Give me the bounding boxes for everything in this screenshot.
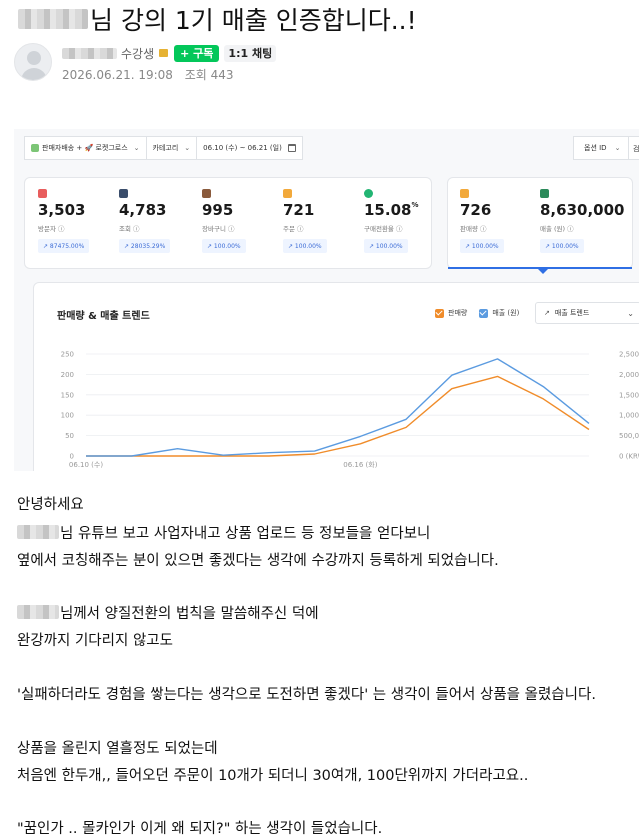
channel-filter: 판매자배송 + 🚀 로켓그로스 ⌄ [24, 136, 147, 160]
metrics-card-traffic: 3,503 방문자 ⓘ ↗ 87475.00% 4,783 조회 ⓘ ↗ 280… [24, 177, 432, 269]
visitor-icon [38, 189, 47, 198]
avatar[interactable] [14, 43, 52, 81]
metric-change-badge: ↗ 100.00% [202, 239, 246, 253]
y-tick-right: 1,500,000 [619, 391, 639, 399]
selected-caret-icon [538, 269, 548, 274]
filter-bar: 판매자배송 + 🚀 로켓그로스 ⌄ 카테고리 ⌄ 06.10 (수) ~ 06.… [24, 136, 303, 160]
metric-value: 8,630,000 [540, 201, 625, 219]
series-line-revenue [86, 358, 590, 457]
y-tick-left: 100 [61, 412, 74, 420]
y-tick-left: 200 [61, 371, 74, 379]
author-line: 수강생 + 구독 1:1 채팅 [62, 44, 277, 62]
x-tick-label: 06.16 (화) [343, 461, 377, 469]
y-tick-right: 0 (KRW) [619, 453, 639, 461]
post-title-text: 님 강의 1기 매출 인증합니다..! [90, 6, 417, 35]
post-date-views: 2026.06.21. 19:08 조회 443 [62, 66, 234, 83]
metric-value: 726 [460, 201, 492, 219]
blurred-name [18, 9, 88, 29]
y-tick-left: 0 [70, 453, 74, 461]
metric-label: 판매량 ⓘ [460, 225, 487, 233]
body-line: 님께서 양질전환의 법칙을 말씀해주신 덕에 [17, 601, 319, 623]
option-id-select: 옵션 ID ⌄ [573, 136, 629, 160]
author-grade: 수강생 [121, 46, 155, 61]
metric-change-badge: ↗ 28035.29% [119, 239, 171, 253]
post-title: 님 강의 1기 매출 인증합니다..! [18, 4, 417, 35]
metric-value: 3,503 [38, 201, 86, 219]
metric-change-badge: ↗ 100.00% [283, 239, 327, 253]
calendar-icon [287, 144, 296, 152]
metrics-card-sales: 726 판매량 ⓘ ↗ 100.00% 8,630,000 매출 (원) ⓘ ↗… [447, 177, 633, 274]
post-date: 2026.06.21. 19:08 [62, 68, 173, 82]
body-line: 처음엔 한두개,, 들어오던 주문이 10개가 되더니 30여개, 100단위까… [17, 767, 529, 784]
y-tick-left: 250 [61, 351, 74, 359]
y-tick-right: 1,000,000 [619, 412, 639, 420]
dashboard-screenshot: 판매자배송 + 🚀 로켓그로스 ⌄ 카테고리 ⌄ 06.10 (수) ~ 06.… [14, 129, 639, 471]
metric-change-badge: ↗ 100.00% [364, 239, 408, 253]
x-tick-label: 06.10 (수) [69, 461, 103, 469]
metric-value: 15.08% [364, 201, 419, 219]
body-line: 완강까지 기다리지 않고도 [17, 632, 173, 649]
date-range-filter: 06.10 (수) ~ 06.21 (일) [197, 136, 303, 160]
grade-badge-icon [159, 49, 169, 57]
y-tick-left: 150 [61, 391, 74, 399]
metric-value: 4,783 [119, 201, 167, 219]
metric-label: 매출 (원) ⓘ [540, 225, 574, 233]
chevron-down-icon: ⌄ [184, 144, 191, 152]
blurred-author-name[interactable] [62, 47, 117, 59]
metric-label: 구매전환율 ⓘ [364, 225, 403, 233]
metric-label: 조회 ⓘ [119, 225, 140, 233]
body-line: 안녕하세요 [17, 496, 84, 513]
body-line: 상품을 올린지 열흘정도 되었는데 [17, 740, 218, 757]
revenue-icon [540, 189, 549, 198]
trend-chart-card: 판매량 & 매출 트렌드 판매량 매출 (원) ↗ 매출 트렌드 ⌄ 250 2,… [33, 282, 639, 471]
view-count: 조회 443 [184, 68, 234, 82]
metric-unit: % [411, 201, 419, 209]
metric-change-badge: ↗ 100.00% [540, 239, 584, 253]
body-line: "꿈인가 .. 몰카인가 이게 왜 되지?" 하는 생각이 들었습니다. [17, 820, 383, 837]
metric-value: 721 [283, 201, 315, 219]
metric-change-badge: ↗ 100.00% [460, 239, 504, 253]
chevron-down-icon: ⌄ [133, 144, 140, 152]
body-line: 님 유튜브 보고 사업자내고 상품 업로드 등 정보들을 얻다보니 [17, 521, 430, 543]
chevron-down-icon: ⌄ [614, 144, 621, 152]
metric-change-badge: ↗ 87475.00% [38, 239, 90, 253]
post-meta: 수강생 + 구독 1:1 채팅 2026.06.21. 19:08 조회 443 [14, 40, 614, 84]
y-tick-right: 500,000 [619, 432, 639, 440]
body-line: 옆에서 코칭해주는 분이 있으면 좋겠다는 생각에 수강까지 등록하게 되었습니… [17, 552, 499, 569]
channel-icon [31, 144, 39, 152]
category-filter: 카테고리 ⌄ [146, 136, 198, 160]
y-tick-right: 2,500,000 [619, 351, 639, 359]
blurred-name [17, 605, 59, 619]
blurred-name [17, 525, 59, 539]
trend-chart: 250 2,500,000 200 2,000,000 150 1,500,000 100 1… [61, 351, 639, 470]
subscribe-button[interactable]: + 구독 [174, 44, 220, 62]
cart-icon [202, 189, 211, 198]
body-line: '실패하더라도 경험을 쌓는다는 생각으로 도전하면 좋겠다' 는 생각이 들어… [17, 686, 596, 703]
sales-qty-icon [460, 189, 469, 198]
y-tick-left: 50 [65, 432, 74, 440]
search-field-cut: 검 [628, 136, 639, 160]
metric-label: 주문 ⓘ [283, 225, 304, 233]
metric-value: 995 [202, 201, 234, 219]
order-icon [283, 189, 292, 198]
view-icon [119, 189, 128, 198]
metric-label: 장바구니 ⓘ [202, 225, 235, 233]
chat-button[interactable]: 1:1 채팅 [224, 44, 277, 62]
metric-label: 방문자 ⓘ [38, 225, 65, 233]
y-tick-right: 2,000,000 [619, 371, 639, 379]
conversion-icon [364, 189, 373, 198]
